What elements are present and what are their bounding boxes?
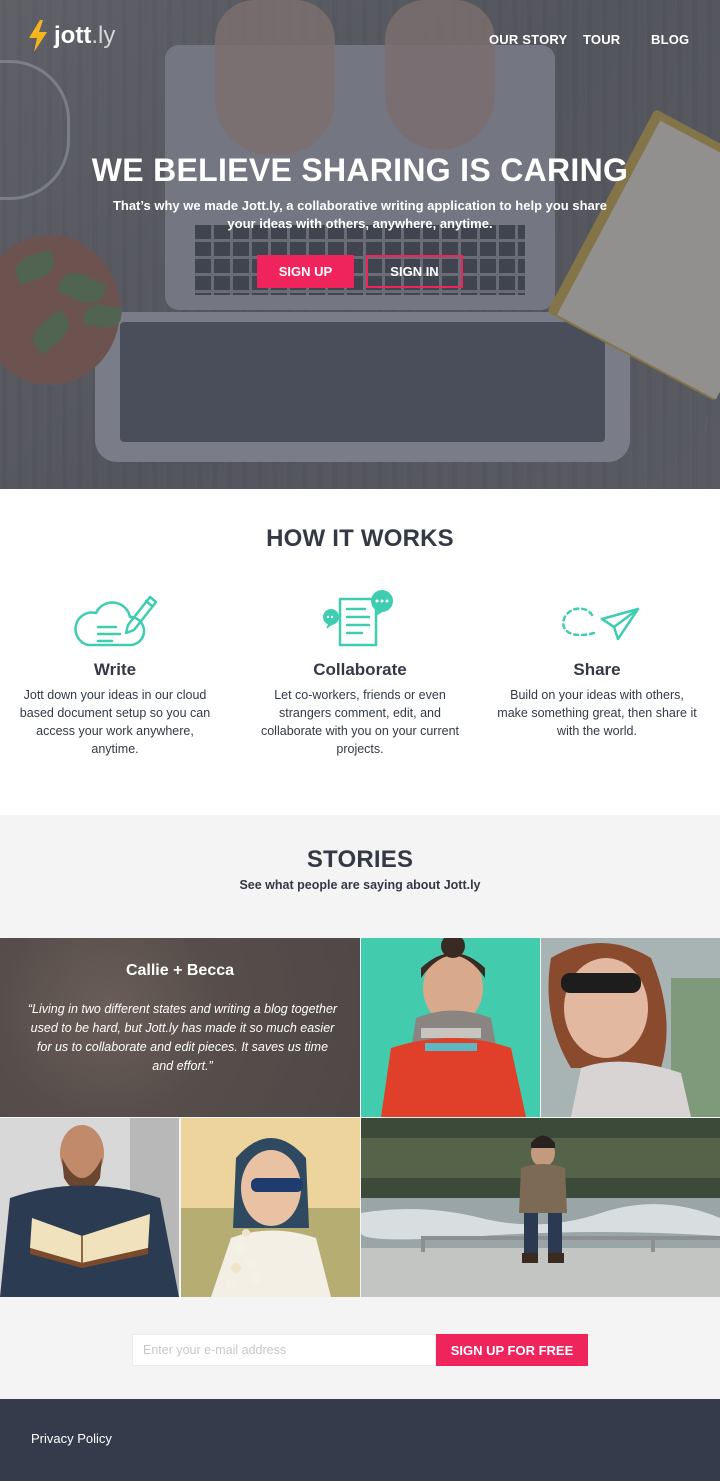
- privacy-policy-link[interactable]: Privacy Policy: [31, 1431, 112, 1446]
- feature-collaborate-title: Collaborate: [313, 660, 407, 679]
- testimonial-quote: “Living in two different states and writ…: [27, 1002, 338, 1073]
- feature-write-title: Write: [93, 660, 137, 679]
- story-photo-woman-flowers[interactable]: [181, 1118, 360, 1297]
- man-reading-book-image: [0, 1118, 179, 1297]
- hero-overlay: [0, 0, 720, 489]
- woman-scarf-image: [361, 938, 540, 1117]
- hero-subtitle: That’s why we made Jott.ly, a collaborat…: [112, 198, 608, 231]
- hero-title: WE BELIEVE SHARING IS CARING: [91, 152, 629, 188]
- paper-plane-icon: [562, 607, 640, 641]
- feature-write-text: Jott down your ideas in our cloud based …: [19, 688, 211, 756]
- feature-write: Write Jott down your ideas in our cloud …: [15, 584, 215, 758]
- feature-share-title: Share: [573, 660, 621, 679]
- cloud-pencil-icon: [74, 595, 158, 647]
- document-comments-icon: [323, 590, 393, 647]
- man-by-river-image: [361, 1118, 720, 1297]
- nav-blog[interactable]: BLOG: [651, 32, 689, 47]
- stories-section: STORIES See what people are saying about…: [0, 815, 720, 938]
- hero-section: jott.ly OUR STORY TOUR BLOG WE BELIEVE S…: [0, 0, 720, 489]
- stories-grid: Callie + Becca “Living in two different …: [0, 938, 720, 1298]
- story-photo-man-river[interactable]: [361, 1118, 720, 1297]
- story-photo-woman-sunglasses[interactable]: [541, 938, 720, 1117]
- woman-sunglasses-image: [541, 938, 720, 1117]
- feature-collaborate-text: Let co-workers, friends or even stranger…: [260, 688, 460, 756]
- testimonial-tile: Callie + Becca “Living in two different …: [0, 938, 360, 1117]
- nav-tour[interactable]: TOUR: [583, 32, 620, 47]
- footer: Privacy Policy: [0, 1399, 720, 1481]
- woman-flowers-image: [181, 1118, 360, 1297]
- testimonial-name: Callie + Becca: [125, 962, 235, 979]
- email-input[interactable]: [132, 1334, 436, 1366]
- how-it-works-title: HOW IT WORKS: [266, 525, 454, 552]
- feature-collaborate: Collaborate Let co-workers, friends or e…: [260, 584, 460, 758]
- signup-button[interactable]: SIGN UP: [257, 255, 354, 288]
- email-signup-section: SIGN UP FOR FREE: [0, 1298, 720, 1399]
- feature-share: Share Build on your ideas with others, m…: [497, 584, 697, 740]
- stories-title: STORIES: [306, 846, 414, 873]
- nav-our-story[interactable]: OUR STORY: [489, 32, 567, 47]
- feature-share-text: Build on your ideas with others, make so…: [497, 688, 697, 738]
- story-photo-man-book[interactable]: [0, 1118, 179, 1297]
- stories-subtitle: See what people are saying about Jott.ly: [239, 878, 481, 892]
- story-photo-woman-scarf[interactable]: [361, 938, 540, 1117]
- signin-button[interactable]: SIGN IN: [366, 255, 463, 288]
- signup-for-free-button[interactable]: SIGN UP FOR FREE: [436, 1334, 588, 1366]
- how-it-works-section: HOW IT WORKS Write Jott down your ideas …: [0, 489, 720, 815]
- top-nav: OUR STORY TOUR BLOG: [0, 32, 720, 50]
